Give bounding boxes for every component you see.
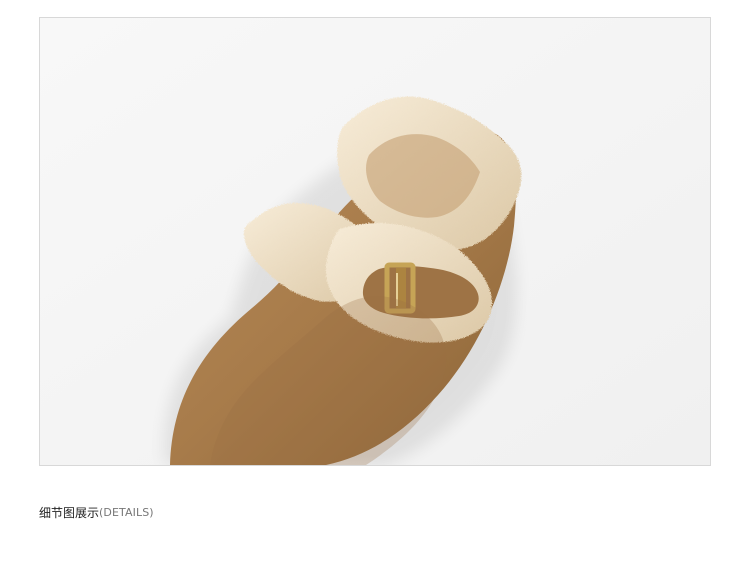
section-title-en: (DETAILS) (99, 506, 154, 519)
section-title-zh: 细节图展示 (39, 506, 100, 520)
product-photo-frame (39, 17, 711, 466)
shoe-photo (40, 18, 710, 465)
section-caption: 细节图展示 (DETAILS) (39, 504, 154, 522)
